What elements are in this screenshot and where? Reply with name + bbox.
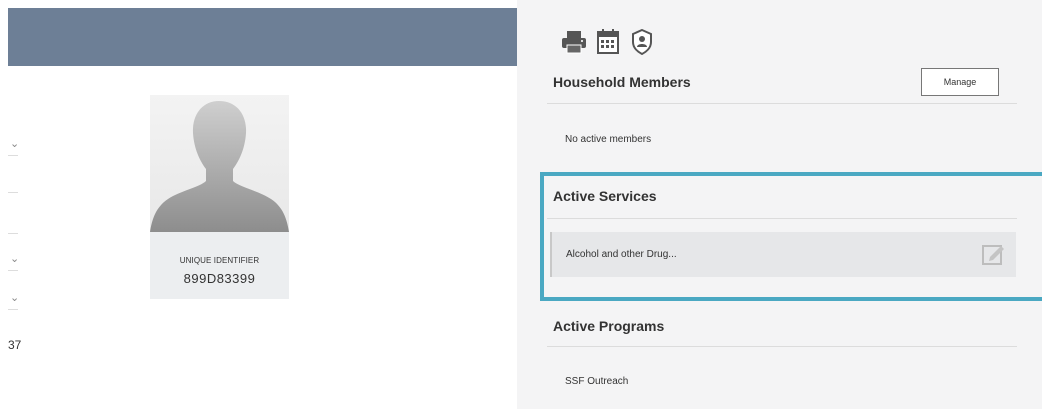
divider	[8, 192, 18, 193]
divider	[8, 309, 18, 310]
divider	[8, 270, 18, 271]
calendar-icon[interactable]	[595, 28, 621, 56]
chevron-down-icon[interactable]: ⌄	[10, 139, 19, 150]
unique-identifier-value: 899D83399	[183, 271, 256, 286]
divider	[8, 155, 18, 156]
profile-card: UNIQUE IDENTIFIER 899D83399	[150, 95, 289, 299]
no-active-members-text: No active members	[565, 134, 652, 145]
active-services-highlight	[540, 172, 1042, 301]
divider	[547, 346, 1017, 347]
unique-identifier-label: UNIQUE IDENTIFIER	[179, 256, 260, 265]
household-members-title: Household Members	[553, 74, 691, 90]
manage-button[interactable]: Manage	[921, 68, 999, 96]
divider	[8, 233, 18, 234]
program-item[interactable]: SSF Outreach	[565, 376, 628, 387]
left-panel: ⌄ ⌄ ⌄ 37 UNIQUE IDENTIFIER 899D83399	[0, 0, 517, 409]
shield-user-icon[interactable]	[629, 28, 655, 56]
right-panel: Household Members Manage No active membe…	[517, 0, 1042, 409]
person-silhouette-icon	[150, 101, 289, 232]
chevron-down-icon[interactable]: ⌄	[10, 293, 19, 304]
divider	[547, 103, 1017, 104]
active-programs-title: Active Programs	[553, 318, 665, 334]
truncated-value: 37	[8, 338, 22, 352]
avatar	[150, 95, 289, 232]
toolbar	[561, 27, 655, 57]
printer-icon[interactable]	[561, 28, 587, 56]
chevron-down-icon[interactable]: ⌄	[10, 254, 19, 265]
profile-header-bar	[8, 8, 517, 66]
